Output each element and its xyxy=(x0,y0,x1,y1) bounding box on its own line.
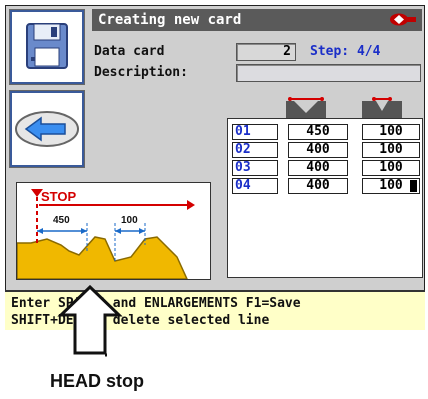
enlargement-value-field[interactable]: 100 xyxy=(362,160,420,176)
space-dimension-label: 450 xyxy=(53,215,70,226)
head-stop-caption: HEAD stop xyxy=(50,371,144,391)
data-card-field[interactable]: 2 xyxy=(236,43,296,61)
save-button[interactable] xyxy=(9,9,85,85)
text-cursor xyxy=(410,180,417,192)
key-diagram: STOP 450 100 xyxy=(16,182,211,280)
space-header-icon xyxy=(286,97,326,119)
enlargement-header-icon xyxy=(362,97,402,119)
description-label: Description: xyxy=(94,65,188,80)
space-value-field[interactable]: 450 xyxy=(288,124,348,140)
window-title: Creating new card xyxy=(98,12,242,28)
space-value-field[interactable]: 400 xyxy=(288,142,348,158)
up-arrow-callout-icon xyxy=(57,285,123,357)
row-number: 04 xyxy=(232,178,278,194)
back-button[interactable] xyxy=(9,90,85,168)
row-number: 01 xyxy=(232,124,278,140)
description-field[interactable] xyxy=(236,64,421,82)
row-number: 02 xyxy=(232,142,278,158)
floppy-disk-icon xyxy=(26,23,68,69)
enlargement-value-field[interactable]: 100 xyxy=(362,142,420,158)
status-line-2: SHIFT+DEL to delete selected line xyxy=(11,313,270,328)
data-card-label: Data card xyxy=(94,44,165,59)
enlargement-value-field[interactable]: 100 xyxy=(362,124,420,140)
title-bar: Creating new card xyxy=(92,9,422,31)
row-number: 03 xyxy=(232,160,278,176)
space-value-field[interactable]: 400 xyxy=(288,178,348,194)
stop-label: STOP xyxy=(41,189,77,204)
step-indicator: Step: 4/4 xyxy=(310,44,381,59)
brand-logo-icon xyxy=(390,13,416,26)
enlargement-dimension-label: 100 xyxy=(121,215,138,226)
back-arrow-icon xyxy=(15,111,79,147)
machine-screen: Creating new card Data card 2 Step: 4/4 … xyxy=(5,5,425,330)
space-value-field[interactable]: 400 xyxy=(288,160,348,176)
